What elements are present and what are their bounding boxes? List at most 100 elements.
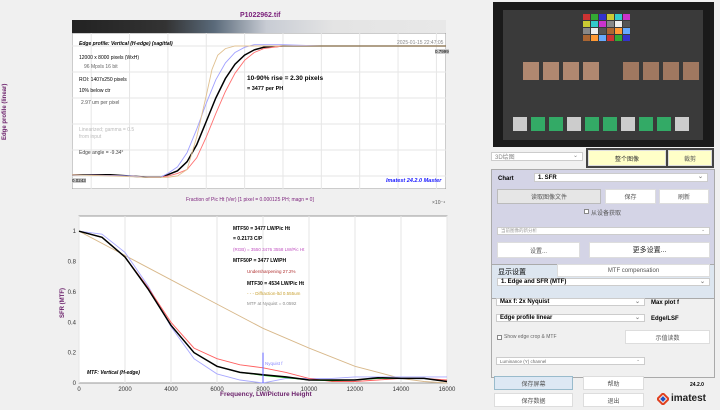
color-patch	[591, 35, 598, 41]
color-patch	[591, 14, 598, 20]
channel-select[interactable]: Luminance (Y) channel	[496, 357, 645, 365]
mtf-x-label: Frequency, LW/Picture Height	[220, 391, 312, 398]
face-patch	[643, 62, 659, 80]
face-patch	[523, 62, 539, 80]
max-plot-f-label: Max plot f	[651, 300, 679, 306]
x-tick-label: 4000	[164, 387, 178, 393]
color-patch	[615, 14, 622, 20]
detail-patch	[567, 117, 581, 131]
crop-button[interactable]: 裁剪	[668, 150, 712, 166]
refresh-button[interactable]: 刷新	[659, 189, 709, 204]
edge-x-multiplier: ×10⁻⁴	[432, 200, 446, 206]
imatest-logo-icon	[657, 393, 669, 405]
detail-patch	[603, 117, 617, 131]
save-button[interactable]: 保存	[605, 189, 656, 204]
help-button[interactable]: 帮助	[583, 376, 644, 390]
edge-gradient-bar	[72, 20, 446, 33]
detail-patch	[621, 117, 635, 131]
edge-low-value: 0.0243	[72, 178, 86, 183]
face-patch	[683, 62, 699, 80]
color-patch	[583, 14, 590, 20]
mtf-y-label: SFR (MTF)	[60, 288, 66, 318]
more-settings-button[interactable]: 更多设置...	[589, 242, 710, 258]
detail-patch	[513, 117, 527, 131]
rise-text: 10-90% rise = 2.30 pixels	[247, 75, 324, 82]
color-patch	[607, 28, 614, 34]
imatest-watermark: Imatest 24.2.0 Master	[386, 178, 442, 184]
settings-button[interactable]: 设置...	[497, 242, 580, 258]
detail-patch	[585, 117, 599, 131]
color-patch	[599, 21, 606, 27]
edge-subtitle: Edge profile: Vertical (H-edge) (sagitta…	[79, 41, 173, 47]
color-patch	[599, 28, 606, 34]
y-tick-label: 0.4	[68, 320, 77, 326]
color-patch	[623, 35, 630, 41]
detail-patch	[549, 117, 563, 131]
edge-timestamp: 2025-01-15 22:47:05	[397, 40, 444, 46]
mtf-nyquist-text: MTF at Nyquist = 0.0592	[247, 301, 297, 306]
per-ph-text: = 3477 per PH	[247, 86, 284, 92]
y-tick-label: 0.6	[68, 290, 77, 296]
whole-image-button[interactable]: 整个图像	[588, 150, 666, 166]
mtf50-cp-text: = 0.2173 C/P	[233, 236, 263, 242]
color-patch	[615, 21, 622, 27]
detail-patch	[675, 117, 689, 131]
info-mpxls: 96 Mpxls 16 bit	[84, 64, 118, 70]
show-crop-checkbox[interactable]	[497, 335, 502, 340]
exit-button[interactable]: 退出	[583, 393, 644, 407]
save-data-button[interactable]: 保存数据	[494, 393, 573, 407]
detail-patch	[531, 117, 545, 131]
show-crop-label: Show edge crop & MTF	[504, 334, 557, 340]
y-tick-label: 1	[73, 229, 77, 235]
color-patch	[615, 35, 622, 41]
color-patch	[583, 28, 590, 34]
acquire-checkbox[interactable]	[584, 209, 589, 214]
info-pixel: 2.97 um per pixel	[81, 100, 120, 106]
color-patch	[599, 14, 606, 20]
x-tick-label: 12000	[347, 387, 364, 393]
mtf-plot: 0 2000 4000 6000 8000 10000 12000 14000 1600000.…	[68, 215, 456, 393]
info-edge-angle: Edge angle = -9.34°	[79, 150, 124, 156]
save-screen-button[interactable]: 保存屏幕	[494, 376, 573, 390]
face-patch	[663, 62, 679, 80]
display-settings-tab[interactable]: 显示设置	[498, 267, 526, 277]
display-select[interactable]: 1. Edge and SFR (MTF)	[497, 278, 710, 286]
edge-lsf-label: Edge/LSF	[651, 316, 679, 322]
y-tick-label: 0	[73, 381, 77, 387]
info-size: 12000 x 8000 pixels (WxH)	[79, 55, 140, 61]
x-tick-label: 2000	[118, 387, 132, 393]
edge-profile-select[interactable]: Edge profile linear	[496, 314, 645, 322]
read-image-file-button[interactable]: 读取图像文件	[497, 189, 601, 204]
x-tick-label: 14000	[393, 387, 410, 393]
analysis-select[interactable]: 当前图像的新分析	[497, 227, 710, 235]
file-title: P1022962.tif	[240, 12, 281, 19]
view-select[interactable]: 3D绘图	[491, 152, 583, 161]
color-patch	[599, 35, 606, 41]
edge-high-value: 0.7999	[435, 49, 449, 54]
color-patch	[615, 28, 622, 34]
readout-button[interactable]: 示值读数	[625, 330, 710, 344]
x-tick-label: 16000	[439, 387, 456, 393]
info-position: 10% below ctr	[79, 88, 111, 94]
info-gamma: Linearized; gamma = 0.5	[79, 127, 135, 133]
face-patch	[583, 62, 599, 80]
y-tick-label: 0.8	[68, 260, 77, 266]
y-tick-label: 0.2	[68, 351, 77, 357]
mtf-compensation-tab[interactable]: MTF compensation	[557, 264, 710, 277]
color-patch	[623, 21, 630, 27]
x-tick-label: 0	[77, 387, 81, 393]
chart-select[interactable]: 1. SFR	[534, 173, 708, 182]
face-patch	[563, 62, 579, 80]
undersharpening-text: Undersharpening 27.2%	[247, 269, 296, 274]
detail-patch	[639, 117, 653, 131]
nyquist-label: Nyquist f	[265, 361, 283, 366]
color-patch	[583, 21, 590, 27]
detail-patch	[657, 117, 671, 131]
color-patch	[623, 14, 630, 20]
mtf50p-text: MTF50P = 3477 LW/PH	[233, 258, 287, 264]
mtf-caption: MTF: Vertical (H-edge)	[87, 370, 140, 376]
chart-image-preview[interactable]	[493, 2, 714, 147]
mtf50-text: MTF50 = 3477 LW/Pic Ht	[233, 226, 291, 232]
max-f-select[interactable]: Max f: 2x Nyquist	[496, 298, 645, 306]
color-patch	[591, 28, 598, 34]
